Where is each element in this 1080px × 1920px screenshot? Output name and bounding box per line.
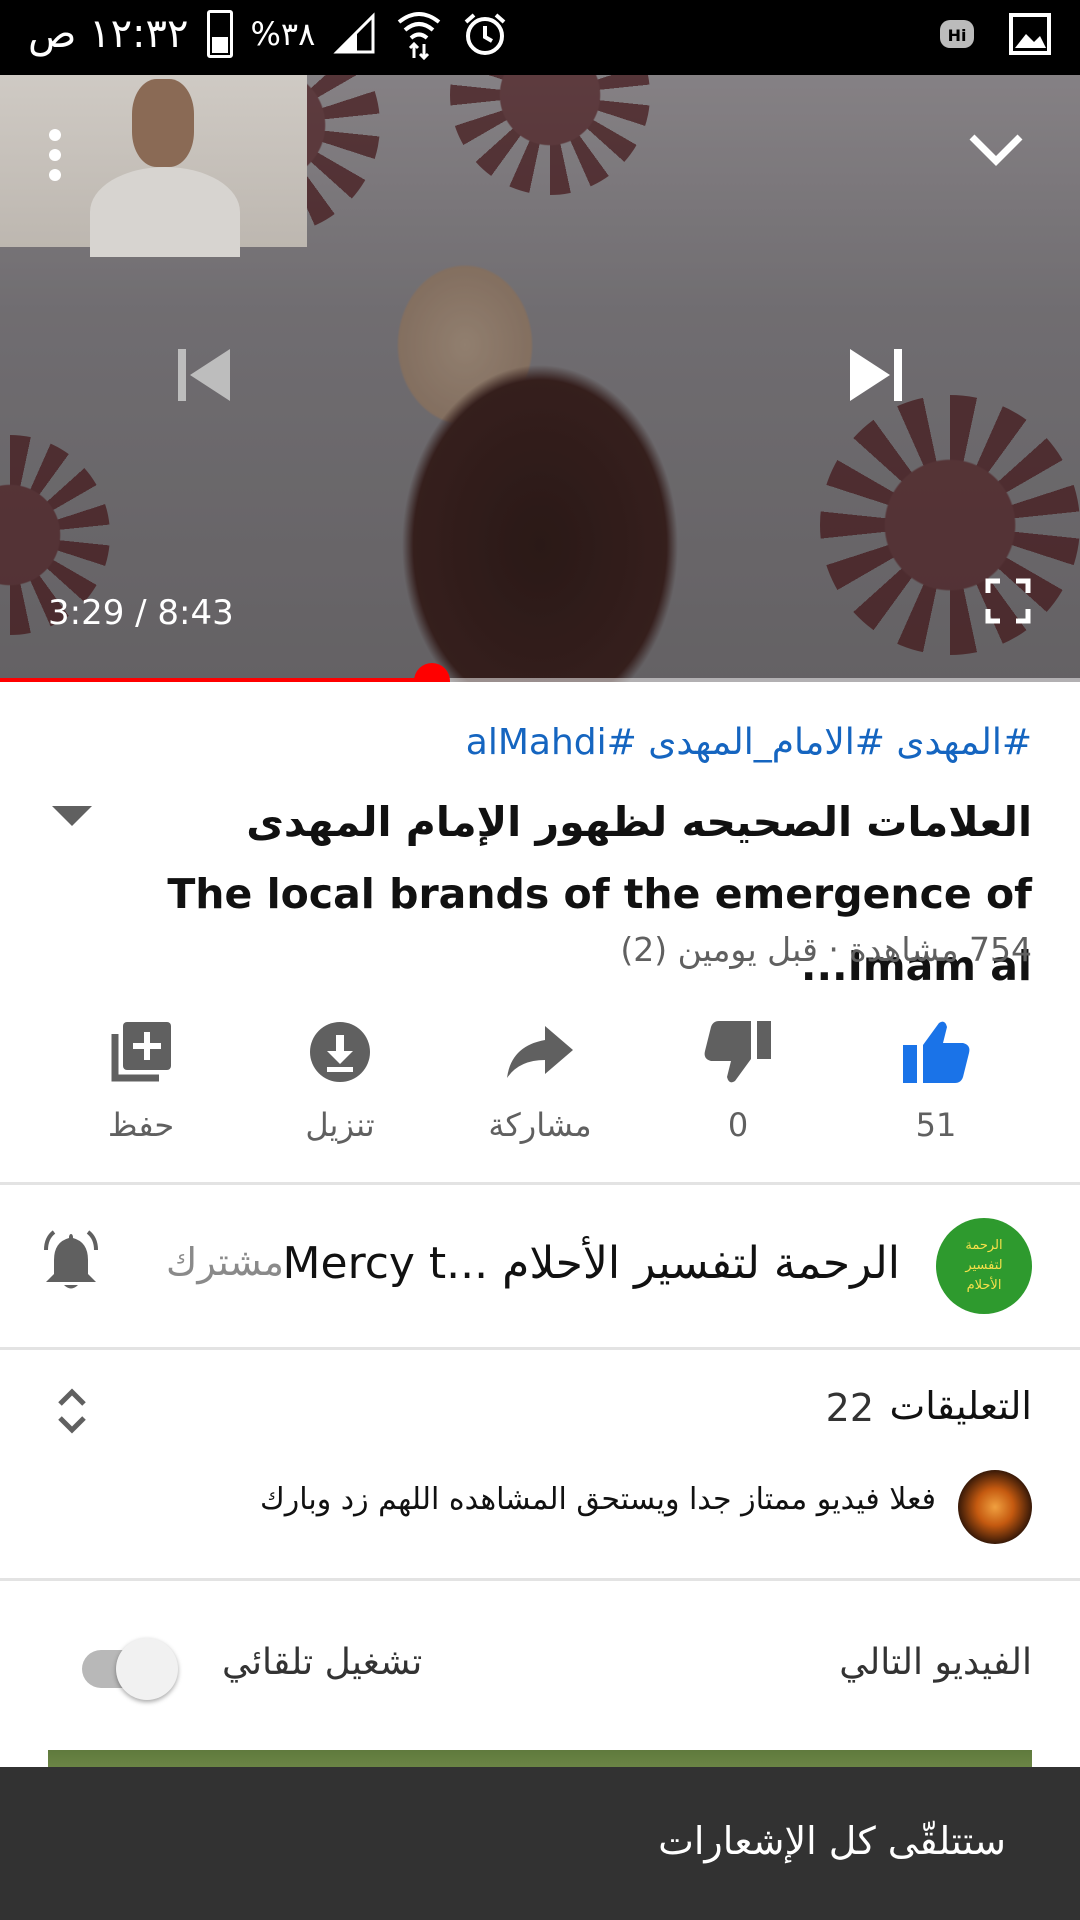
up-next-label: الفيديو التالي	[839, 1642, 1032, 1683]
autoplay-toggle-knob[interactable]	[116, 1638, 178, 1700]
comments-count: 22	[825, 1386, 874, 1430]
download-label: تنزيل	[305, 1106, 375, 1144]
status-right: Hi	[938, 12, 1052, 56]
like-count: 51	[915, 1106, 957, 1144]
status-left: ١٢:٣٢ ص %٣٨	[28, 8, 509, 60]
wifi-icon	[398, 12, 441, 60]
video-hashtags[interactable]: #المهدى #الامام_المهدى #alMahdi	[466, 722, 1032, 763]
status-time: ١٢:٣٢ ص	[28, 11, 189, 57]
expand-description-icon[interactable]	[52, 806, 92, 826]
thumbs-up-icon	[903, 1021, 970, 1083]
divider	[0, 1578, 1080, 1581]
hi-icon: Hi	[940, 20, 974, 48]
video-player[interactable]: 3:29 / 8:43	[0, 75, 1080, 682]
download-icon	[310, 1022, 370, 1082]
share-button[interactable]: مشاركة	[450, 1010, 630, 1144]
more-vert-icon[interactable]	[40, 127, 70, 183]
comments-title[interactable]: التعليقات	[889, 1384, 1032, 1428]
snackbar: ستتلقّى كل الإشعارات	[0, 1767, 1080, 1920]
add-to-playlist-icon	[111, 1022, 171, 1082]
dislike-button[interactable]: 0	[648, 1010, 828, 1144]
progress-bar[interactable]	[0, 663, 1080, 682]
snackbar-message: ستتلقّى كل الإشعارات	[658, 1819, 1006, 1863]
channel-avatar-logo-text: الرحمة	[965, 1238, 1003, 1253]
video-title[interactable]: العلامات الصحيحه لظهور الإمام المهدى The…	[152, 786, 1032, 1002]
dislike-count: 0	[727, 1106, 749, 1144]
skip-next-icon[interactable]	[846, 345, 906, 405]
share-icon	[507, 1026, 573, 1078]
like-button[interactable]: 51	[846, 1010, 1026, 1144]
battery-percent: %٣٨	[250, 15, 316, 53]
gallery-icon	[1009, 13, 1051, 55]
channel-avatar[interactable]: الرحمة لتفسير الأحلام	[936, 1218, 1032, 1314]
pip-person-body	[90, 167, 240, 257]
save-button[interactable]: حفظ	[51, 1010, 231, 1144]
pip-person-head	[132, 79, 194, 167]
channel-avatar-logo-text: لتفسير	[965, 1258, 1003, 1273]
commenter-avatar	[958, 1470, 1032, 1544]
video-time: 3:29 / 8:43	[48, 593, 234, 633]
progress-played	[0, 678, 432, 682]
chevron-down-icon[interactable]	[966, 129, 1026, 169]
autoplay-label: تشغيل تلقائي	[222, 1642, 423, 1683]
top-comment[interactable]: فعلا فيديو ممتاز جدا ويستحق المشاهده الل…	[260, 1482, 936, 1517]
notification-bell-icon[interactable]	[40, 1230, 102, 1292]
fullscreen-icon[interactable]	[984, 577, 1032, 625]
thumbs-down-icon	[704, 1021, 771, 1083]
share-label: مشاركة	[488, 1106, 592, 1144]
svg-text:Hi: Hi	[948, 26, 967, 45]
channel-name[interactable]: الرحمة لتفسير الأحلام ...Mercy t	[283, 1238, 900, 1289]
divider	[0, 1347, 1080, 1350]
status-bar: ١٢:٣٢ ص %٣٨ Hi	[0, 0, 1080, 75]
channel-avatar-logo-text: الأحلام	[966, 1278, 1002, 1293]
alarm-icon	[464, 13, 506, 55]
download-button[interactable]: تنزيل	[250, 1010, 430, 1144]
subscribed-button[interactable]: مشترك	[166, 1240, 284, 1284]
signal-icon	[333, 12, 375, 54]
video-meta: 754 مشاهدة · قبل يومين (2)	[620, 930, 1032, 969]
action-row: 51 0 مشاركة تنزيل حفظ	[0, 1010, 1080, 1170]
divider	[0, 1182, 1080, 1185]
save-label: حفظ	[107, 1106, 175, 1144]
unfold-icon[interactable]	[52, 1386, 92, 1436]
skip-previous-icon[interactable]	[174, 345, 234, 405]
battery-icon	[206, 10, 233, 58]
